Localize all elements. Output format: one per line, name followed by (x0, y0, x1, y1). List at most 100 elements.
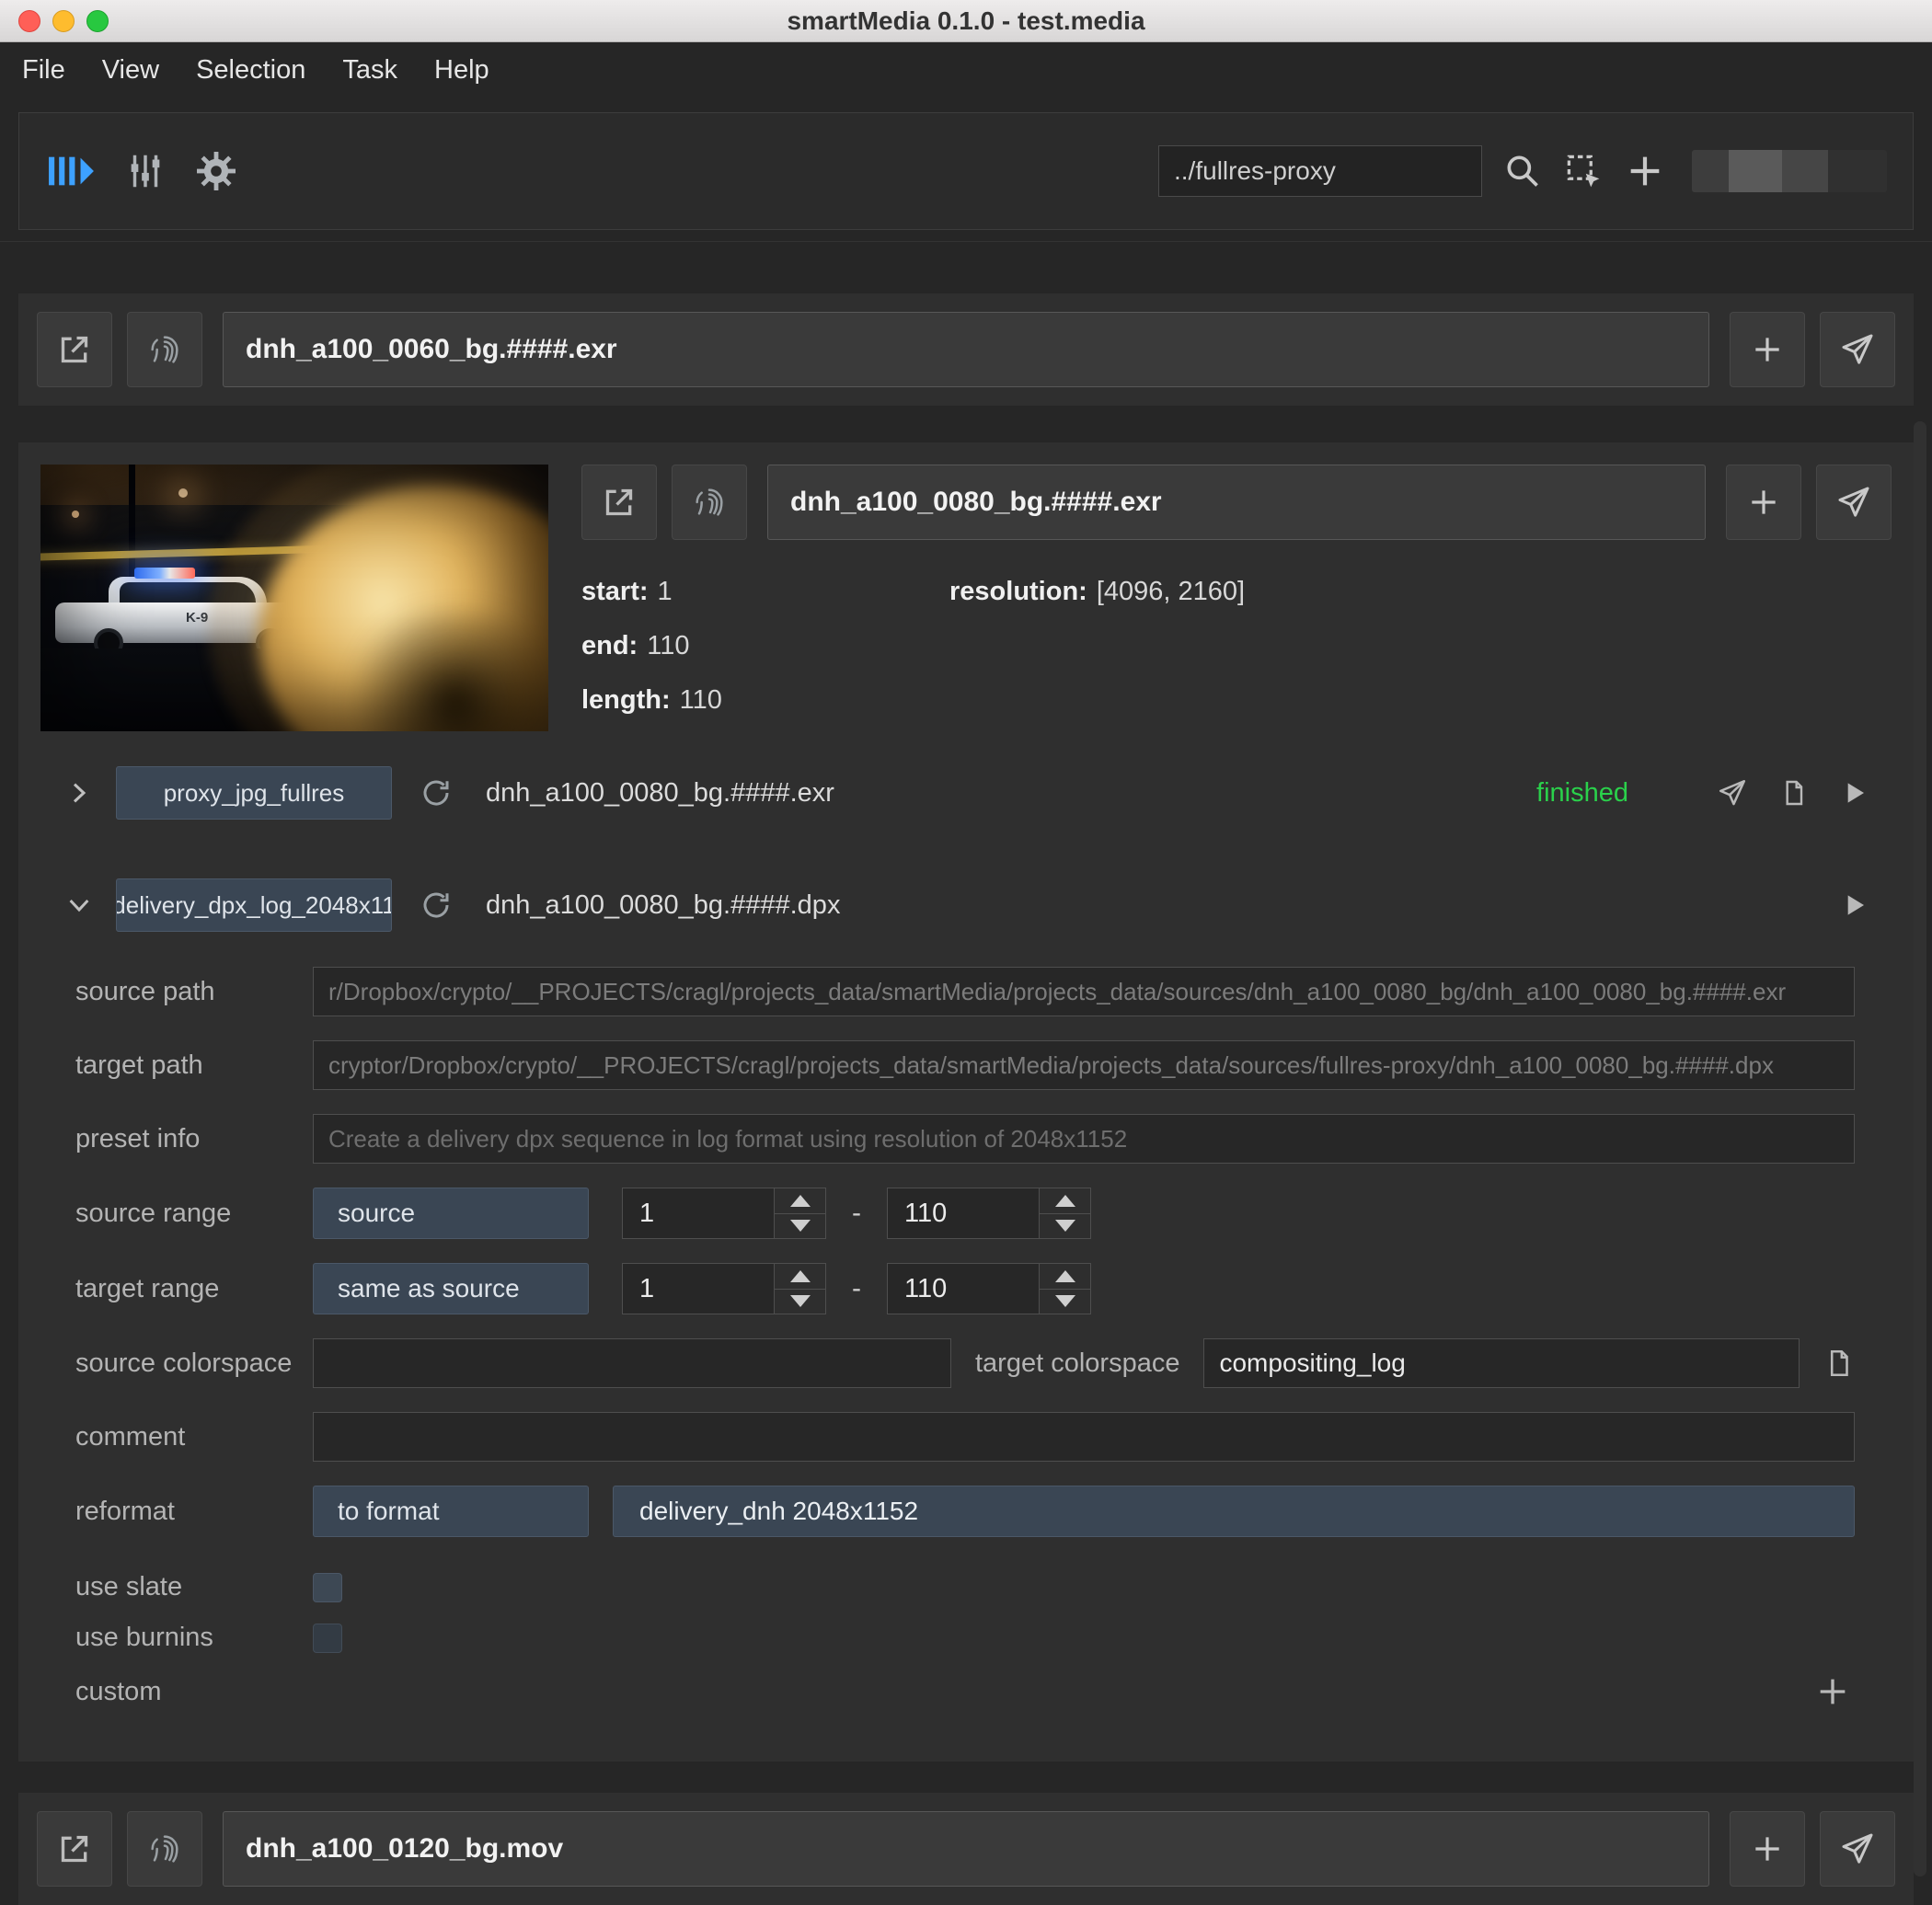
spin-up-button[interactable] (775, 1188, 825, 1213)
spin-up-button[interactable] (775, 1264, 825, 1289)
arrow-down-icon (1054, 1295, 1075, 1308)
submit-media-button[interactable] (1820, 312, 1895, 387)
add-task-button[interactable] (1730, 1811, 1805, 1887)
spin-value[interactable]: 1 (623, 1188, 774, 1238)
spin-down-button[interactable] (1040, 1212, 1090, 1239)
colorspace-file-icon[interactable] (1823, 1348, 1855, 1379)
spin-up-button[interactable] (1040, 1188, 1090, 1213)
media-filename-field[interactable]: dnh_a100_0080_bg.####.exr (767, 465, 1706, 540)
play-task-icon[interactable] (1840, 890, 1869, 920)
target-colorspace-label: target colorspace (975, 1348, 1180, 1378)
task-row-proxy-jpg-fullres: proxy_jpg_fullres dnh_a100_0080_bg.####.… (40, 763, 1892, 823)
task-preset-button[interactable]: delivery_dpx_log_2048x11 (116, 878, 392, 932)
spin-value[interactable]: 110 (888, 1188, 1039, 1238)
menu-selection[interactable]: Selection (196, 55, 305, 86)
maximize-window-button[interactable] (86, 9, 109, 32)
add-task-button[interactable] (1726, 465, 1801, 540)
fingerprint-button[interactable] (127, 312, 202, 387)
clip-section-0080: K-9 dnh_a100_0080_bg.####.exr start: 1 r… (18, 442, 1914, 1762)
toolbar (18, 112, 1914, 230)
fingerprint-button[interactable] (672, 465, 747, 540)
target-path-input[interactable]: cryptor/Dropbox/crypto/__PROJECTS/cragl/… (313, 1040, 1855, 1090)
refresh-icon[interactable] (420, 776, 453, 809)
vertical-scrollbar[interactable] (1914, 421, 1926, 1876)
source-path-input[interactable]: r/Dropbox/crypto/__PROJECTS/cragl/projec… (313, 967, 1855, 1016)
task-preset-button[interactable]: proxy_jpg_fullres (116, 766, 392, 820)
spin-down-button[interactable] (1040, 1288, 1090, 1314)
chevron-down-icon[interactable] (63, 891, 96, 919)
open-media-button[interactable] (581, 465, 657, 540)
range-dash: - (852, 1273, 861, 1303)
arrow-down-icon (1054, 1220, 1075, 1233)
use-slate-checkbox[interactable] (313, 1572, 342, 1602)
source-range-mode-dropdown[interactable]: source (313, 1188, 589, 1239)
run-queue-icon[interactable] (45, 150, 97, 192)
source-range-end-spinbox[interactable]: 110 (887, 1188, 1091, 1239)
open-media-button[interactable] (37, 1811, 112, 1887)
refresh-icon[interactable] (420, 889, 453, 922)
target-range-label: target range (75, 1273, 220, 1303)
range-dash: - (852, 1198, 861, 1228)
menu-file[interactable]: File (22, 55, 65, 86)
media-filename-field[interactable]: dnh_a100_0060_bg.####.exr (223, 312, 1709, 387)
target-range-start-spinbox[interactable]: 1 (622, 1263, 826, 1314)
select-region-icon[interactable] (1563, 151, 1604, 191)
comment-input[interactable] (313, 1412, 1855, 1462)
form-row-preset-info: preset info Create a delivery dpx sequen… (75, 1114, 1855, 1164)
progress-segment (1692, 150, 1729, 192)
preset-info-label: preset info (75, 1123, 201, 1153)
progress-segment (1782, 150, 1828, 192)
spin-up-button[interactable] (1040, 1264, 1090, 1289)
minimize-window-button[interactable] (52, 9, 75, 32)
comment-label: comment (75, 1421, 186, 1452)
fingerprint-button[interactable] (127, 1811, 202, 1887)
arrow-up-icon (1054, 1194, 1075, 1207)
spin-value[interactable]: 110 (888, 1264, 1039, 1314)
menu-help[interactable]: Help (434, 55, 489, 86)
spin-value[interactable]: 1 (623, 1264, 774, 1314)
media-filename-field[interactable]: dnh_a100_0120_bg.mov (223, 1811, 1709, 1887)
use-burnins-label: use burnins (75, 1623, 213, 1652)
progress-segment (1729, 150, 1782, 192)
log-file-icon[interactable] (1779, 778, 1809, 808)
search-icon[interactable] (1502, 151, 1543, 191)
progress-segment (1828, 150, 1887, 192)
form-row-reformat: reformat to format delivery_dnh 2048x115… (75, 1486, 1855, 1537)
use-slate-label: use slate (75, 1572, 183, 1601)
reformat-format-dropdown[interactable]: delivery_dnh 2048x1152 (613, 1486, 1855, 1537)
reformat-mode-dropdown[interactable]: to format (313, 1486, 589, 1537)
chevron-right-icon[interactable] (63, 779, 96, 807)
target-folder-input[interactable] (1158, 145, 1482, 197)
sliders-icon[interactable] (124, 150, 167, 192)
meta-resolution: resolution: [4096, 2160] (949, 577, 1246, 606)
gear-icon[interactable] (194, 149, 238, 193)
form-row-comment: comment (75, 1412, 1855, 1462)
add-icon[interactable] (1624, 150, 1666, 192)
media-row-0120: dnh_a100_0120_bg.mov (18, 1793, 1914, 1905)
target-range-end-spinbox[interactable]: 110 (887, 1263, 1091, 1314)
clip-thumbnail[interactable]: K-9 (40, 465, 548, 731)
target-colorspace-input[interactable]: compositing_log (1203, 1338, 1800, 1388)
submit-media-button[interactable] (1816, 465, 1892, 540)
target-range-mode-dropdown[interactable]: same as source (313, 1263, 589, 1314)
arrow-up-icon (789, 1269, 811, 1282)
submit-media-button[interactable] (1820, 1811, 1895, 1887)
use-burnins-checkbox[interactable] (313, 1623, 342, 1653)
traffic-lights (18, 0, 109, 41)
menu-view[interactable]: View (102, 55, 159, 86)
custom-label: custom (75, 1676, 162, 1706)
add-custom-button[interactable] (1814, 1673, 1851, 1710)
source-colorspace-label: source colorspace (75, 1348, 293, 1378)
close-window-button[interactable] (18, 9, 40, 32)
media-list: dnh_a100_0060_bg.####.exr K-9 dnh_a100_0… (0, 241, 1932, 1905)
source-path-label: source path (75, 976, 215, 1006)
spin-down-button[interactable] (775, 1212, 825, 1239)
menu-task[interactable]: Task (342, 55, 397, 86)
add-task-button[interactable] (1730, 312, 1805, 387)
open-media-button[interactable] (37, 312, 112, 387)
source-colorspace-input[interactable] (313, 1338, 951, 1388)
source-range-start-spinbox[interactable]: 1 (622, 1188, 826, 1239)
send-task-icon[interactable] (1717, 777, 1748, 809)
play-task-icon[interactable] (1840, 778, 1869, 808)
spin-down-button[interactable] (775, 1288, 825, 1314)
